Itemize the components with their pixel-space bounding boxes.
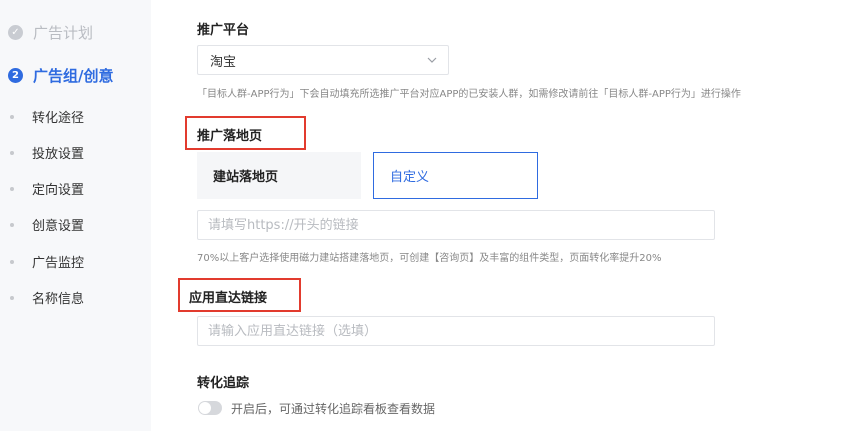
landing-url-input[interactable] [197,210,715,240]
bullet-icon [10,295,14,300]
bullet-icon [10,114,14,119]
step-ad-group-label: 广告组/创意 [33,67,114,85]
check-icon: ✓ [8,25,23,40]
tracking-toggle[interactable] [198,401,222,415]
sidebar-item-targeting-settings[interactable]: 定向设置 [10,179,84,198]
sidebar-item-ad-monitoring[interactable]: 广告监控 [10,252,84,271]
tracking-toggle-text: 开启后，可通过转化追踪看板查看数据 [231,402,436,416]
sidebar-item-label: 定向设置 [32,183,85,198]
platform-select[interactable]: 淘宝 [197,45,449,75]
main-form: 推广平台 淘宝 「目标人群-APP行为」下会自动填充所选推广平台对应APP的已安… [151,0,852,431]
tracking-label: 转化追踪 [197,376,250,391]
bullet-icon [10,222,14,227]
tab-site-landing[interactable]: 建站落地页 [197,152,361,199]
sidebar-item-name-info[interactable]: 名称信息 [10,288,84,307]
sidebar-item-label: 广告监控 [32,256,85,271]
deeplink-input[interactable] [197,316,715,346]
chevron-down-icon [427,57,437,63]
landing-label: 推广落地页 [197,129,263,144]
step-ad-plan-label: 广告计划 [33,24,94,42]
deeplink-label: 应用直达链接 [189,291,268,306]
sidebar-item-creative-settings[interactable]: 创意设置 [10,215,84,234]
landing-hint: 70%以上客户选择使用磁力建站搭建落地页，可创建【咨询页】及丰富的组件类型，页面… [197,253,662,264]
bullet-icon [10,259,14,264]
platform-label: 推广平台 [197,23,250,38]
bullet-icon [10,150,14,155]
sidebar-item-label: 转化途径 [32,111,85,126]
sidebar-item-conversion-path[interactable]: 转化途径 [10,107,84,126]
toggle-knob [199,402,211,414]
platform-hint: 「目标人群-APP行为」下会自动填充所选推广平台对应APP的已安装人群，如需修改… [197,89,741,100]
sidebar: ✓ 广告计划 2 广告组/创意 转化途径 投放设置 定向设置 创意设置 广告监控… [0,0,151,431]
step-number-icon: 2 [8,68,23,83]
step-ad-plan[interactable]: ✓ 广告计划 [8,22,93,43]
bullet-icon [10,186,14,191]
sidebar-item-delivery-settings[interactable]: 投放设置 [10,143,84,162]
sidebar-item-label: 名称信息 [32,292,85,307]
platform-selected-value: 淘宝 [210,54,237,70]
tab-custom[interactable]: 自定义 [373,152,538,199]
step-ad-group[interactable]: 2 广告组/创意 [8,65,113,86]
sidebar-item-label: 创意设置 [32,219,85,234]
sidebar-item-label: 投放设置 [32,147,85,162]
